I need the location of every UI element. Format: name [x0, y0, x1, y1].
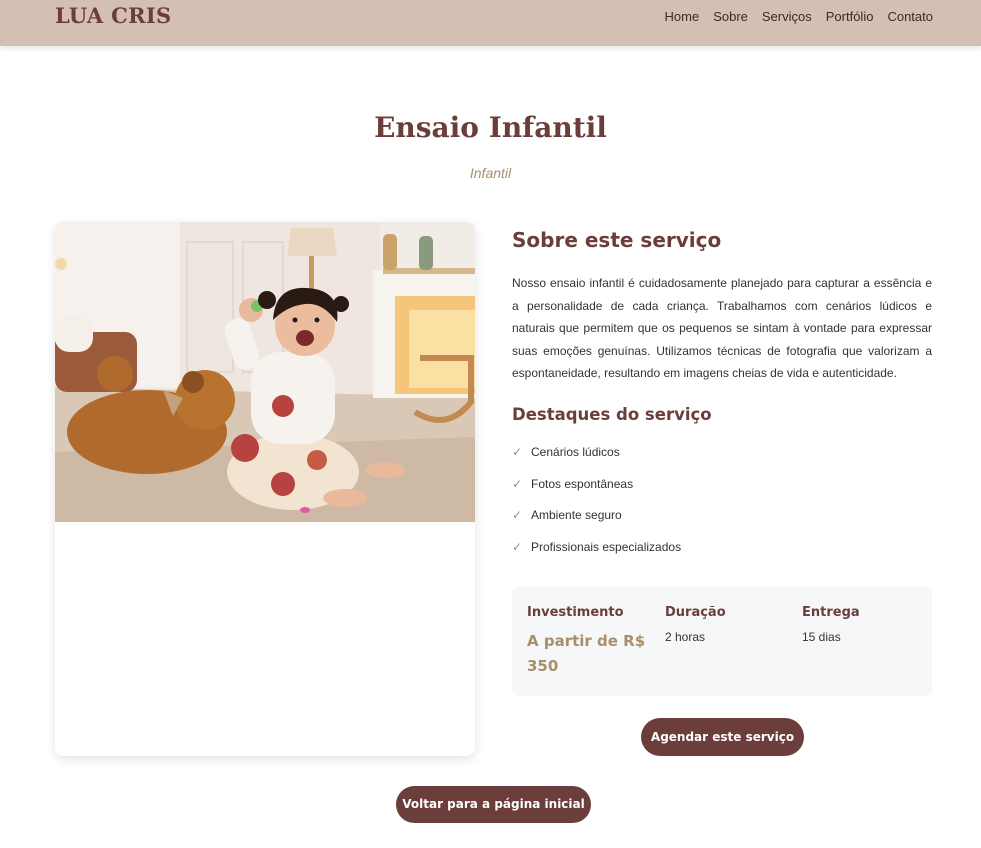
service-info-box: Investimento A partir de R$ 350 Duração …: [512, 587, 932, 696]
service-photo: [55, 222, 475, 522]
delivery-label: Entrega: [802, 605, 860, 620]
service-description: Nosso ensaio infantil é cuidadosamente p…: [512, 276, 932, 380]
nav-about[interactable]: Sobre: [713, 9, 748, 24]
delivery-block: Entrega 15 dias: [802, 605, 937, 644]
service-category: Infantil: [469, 165, 512, 181]
nav-home[interactable]: Home: [665, 9, 700, 24]
highlights-list: ✓ Cenários lúdicos ✓ Fotos espontâneas ✓…: [512, 445, 681, 571]
investment-label: Investimento: [527, 605, 624, 620]
duration-value: 2 horas: [665, 630, 706, 644]
main-nav: Home Sobre Serviços Portfólio Contato: [665, 9, 934, 24]
investment-price: A partir de R$ 350: [527, 632, 646, 675]
check-icon: ✓: [512, 445, 523, 459]
check-icon: ✓: [512, 539, 523, 554]
duration-block: Duração 2 horas: [665, 605, 800, 644]
highlight-label: Fotos espontâneas: [531, 476, 634, 491]
back-home-button[interactable]: Voltar para a página inicial: [396, 786, 591, 823]
check-icon: ✓: [512, 508, 523, 522]
highlights-title: Destaques do serviço: [512, 405, 712, 424]
site-logo[interactable]: LUA CRIS: [55, 3, 171, 28]
duration-label: Duração: [665, 605, 726, 620]
highlight-label: Ambiente seguro: [531, 508, 622, 522]
about-service-title: Sobre este serviço: [512, 228, 722, 252]
highlight-label: Cenários lúdicos: [531, 445, 620, 459]
highlight-label: Profissionais especializados: [531, 539, 682, 554]
service-image-card: [55, 222, 475, 756]
investment-block: Investimento A partir de R$ 350: [527, 605, 662, 679]
nav-contact[interactable]: Contato: [887, 9, 933, 24]
site-header: LUA CRIS Home Sobre Serviços Portfólio C…: [0, 0, 981, 46]
list-item: ✓ Profissionais especializados: [512, 540, 681, 572]
delivery-value: 15 dias: [802, 630, 841, 644]
list-item: ✓ Ambiente seguro: [512, 508, 681, 540]
page-title: Ensaio Infantil: [374, 111, 607, 144]
check-icon: ✓: [512, 476, 523, 491]
list-item: ✓ Fotos espontâneas: [512, 477, 681, 509]
list-item: ✓ Cenários lúdicos: [512, 445, 681, 477]
nav-services[interactable]: Serviços: [762, 9, 812, 24]
book-service-button[interactable]: Agendar este serviço: [641, 718, 804, 756]
nav-portfolio[interactable]: Portfólio: [826, 9, 874, 24]
